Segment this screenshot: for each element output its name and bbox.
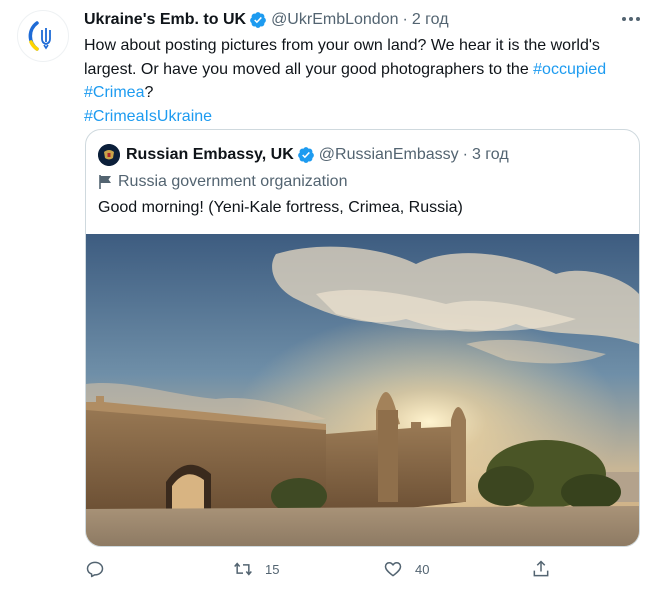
- like-count: 40: [415, 561, 430, 577]
- verified-badge-icon: [250, 12, 266, 28]
- ukraine-emblem-logo: [28, 21, 51, 51]
- reply-icon: [86, 561, 104, 578]
- author-name[interactable]: Ukraine's Emb. to UK: [84, 11, 246, 29]
- quoted-author-handle[interactable]: @RussianEmbassy: [319, 146, 459, 164]
- government-label-text: Russia government organization: [118, 173, 348, 190]
- retweet-count: 15: [265, 561, 280, 577]
- hashtag-crimea-is-ukraine[interactable]: #CrimeaIsUkraine: [84, 108, 212, 125]
- quoted-timestamp[interactable]: 3 год: [472, 146, 509, 164]
- quoted-avatar[interactable]: [98, 144, 120, 166]
- verified-badge-icon: [297, 147, 314, 163]
- tweet-header: Ukraine's Emb. to UK @UkrEmbLondon · 2 г…: [84, 9, 449, 31]
- hashtag-crimea[interactable]: #Crimea: [84, 84, 144, 101]
- share-icon: [533, 560, 549, 577]
- quoted-tweet[interactable]: Russian Embassy, UK @RussianEmbassy · 3 …: [85, 129, 640, 547]
- quoted-tweet-header: Russian Embassy, UK @RussianEmbassy · 3 …: [98, 144, 509, 166]
- retweet-button[interactable]: 15: [233, 559, 279, 579]
- hashtag-occupied[interactable]: #occupied: [533, 61, 606, 78]
- fortress-photo[interactable]: [86, 234, 639, 547]
- separator-dot: ·: [462, 146, 468, 163]
- action-bar: 15 40: [0, 556, 654, 586]
- avatar[interactable]: [17, 10, 69, 62]
- flag-icon: [99, 175, 111, 189]
- heart-icon: [384, 562, 402, 577]
- author-handle[interactable]: @UkrEmbLondon: [271, 11, 398, 29]
- government-label[interactable]: Russia government organization: [98, 173, 347, 191]
- share-button[interactable]: [531, 559, 551, 579]
- question-mark: ?: [144, 84, 154, 101]
- timestamp[interactable]: 2 год: [412, 11, 449, 29]
- retweet-icon: [234, 562, 252, 576]
- separator-dot: ·: [402, 11, 408, 28]
- russian-emblem-icon: [98, 144, 120, 166]
- tweet-body-text: How about posting pictures from your own…: [84, 37, 600, 78]
- like-button[interactable]: 40: [383, 559, 429, 579]
- reply-button[interactable]: [85, 559, 105, 579]
- more-options-icon[interactable]: [618, 8, 644, 30]
- quoted-tweet-text: Good morning! (Yeni-Kale fortress, Crime…: [98, 199, 463, 216]
- tweet-text: How about posting pictures from your own…: [84, 34, 639, 128]
- quoted-author-name[interactable]: Russian Embassy, UK: [126, 146, 294, 164]
